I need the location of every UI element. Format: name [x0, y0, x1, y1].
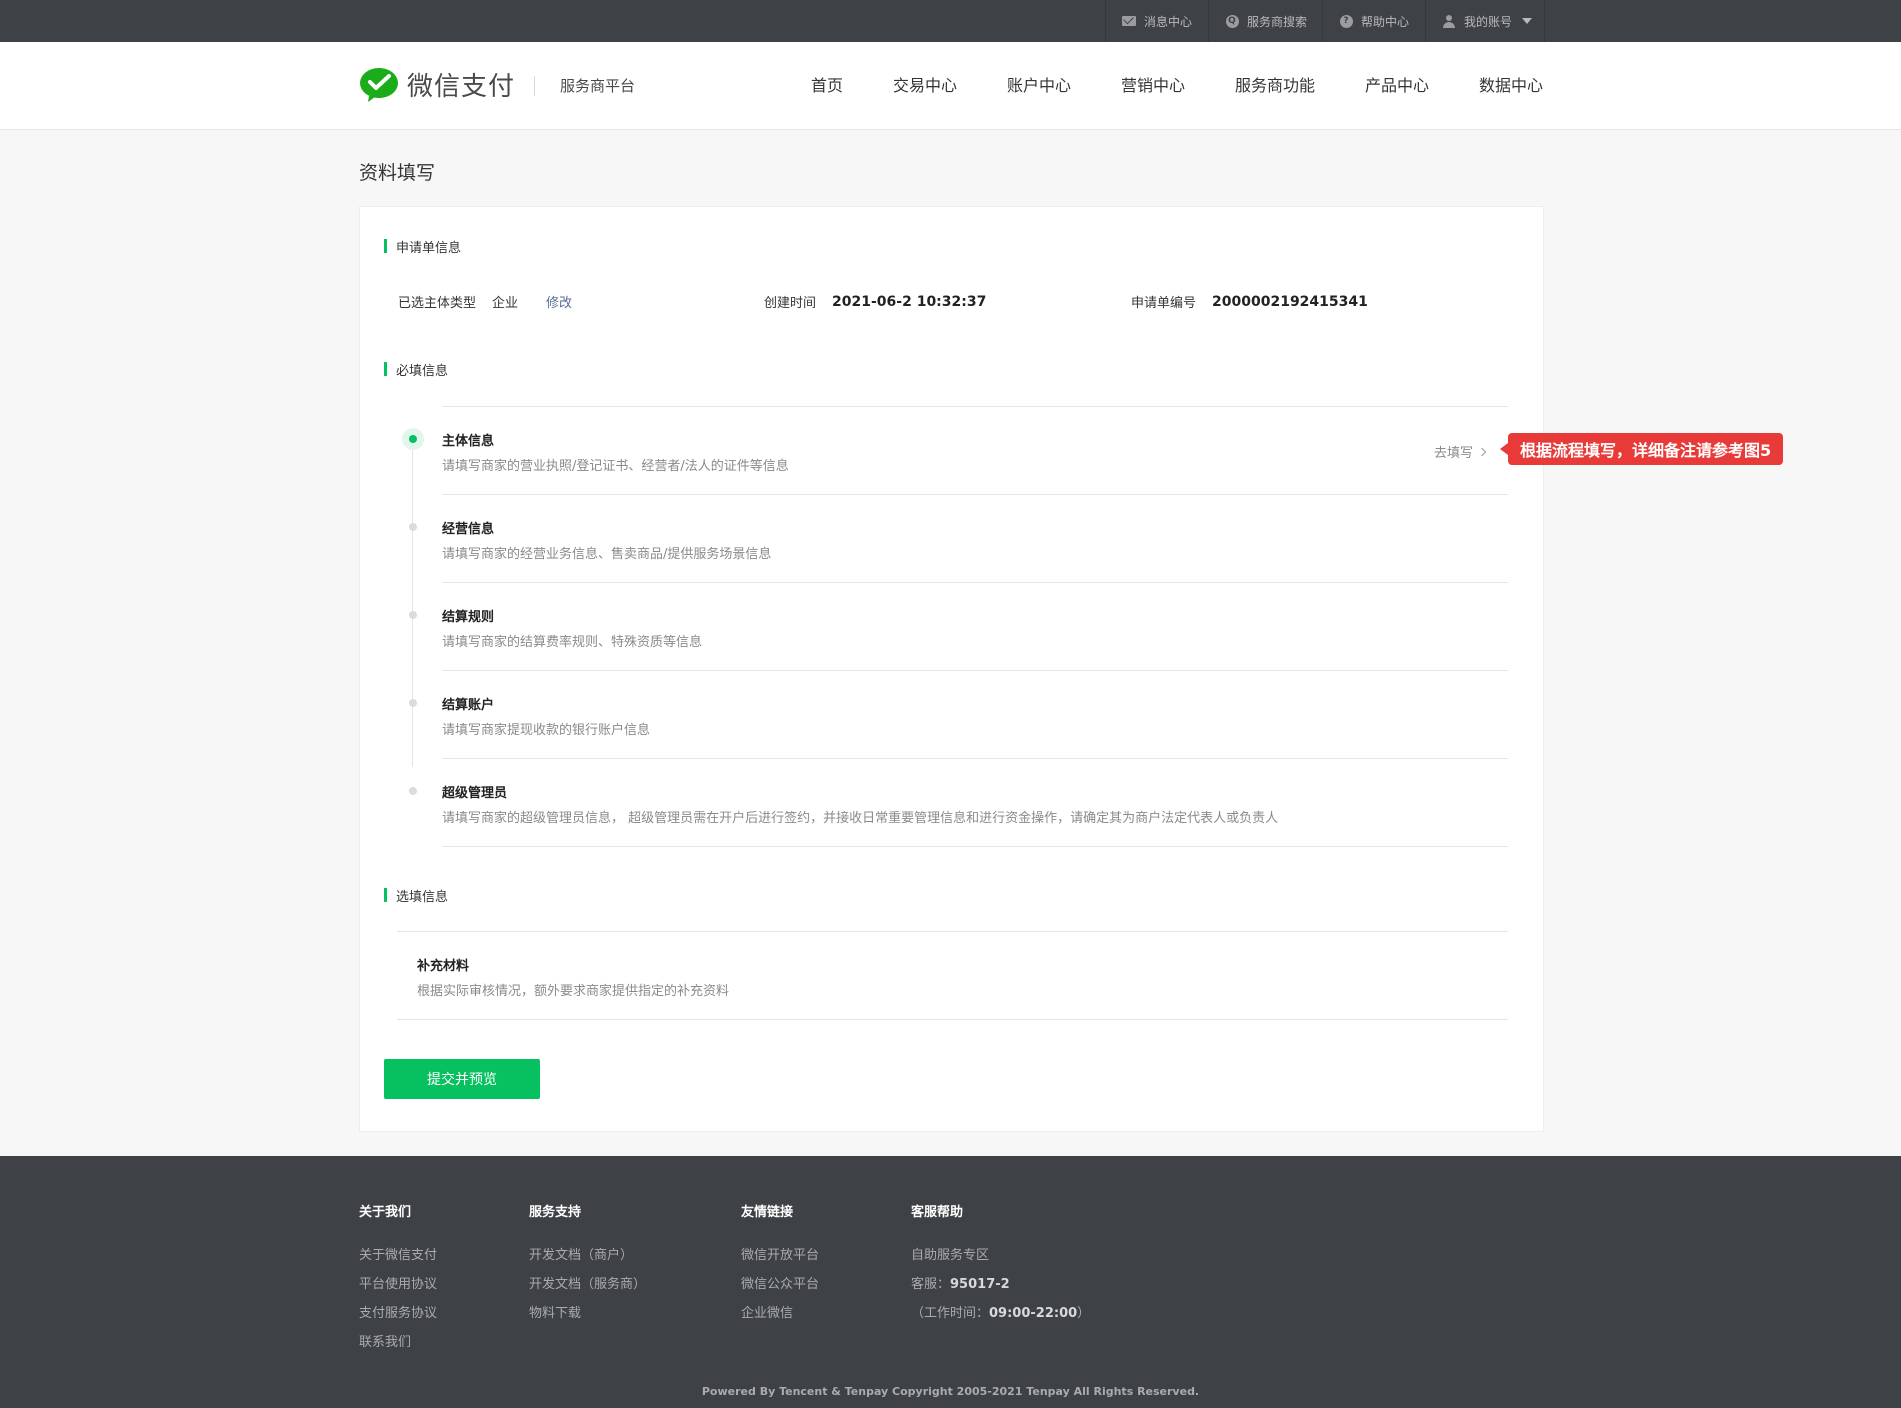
- required-info-title: 必填信息: [384, 360, 448, 379]
- footer-support-title: 服务支持: [529, 1205, 582, 1220]
- logo-divider: [534, 76, 535, 96]
- step-active-dot: [402, 428, 424, 450]
- go-fill-link[interactable]: 去填写: [1434, 442, 1487, 461]
- step-desc-settlement-account: 请填写商家提现收款的银行账户信息: [442, 723, 651, 738]
- message-center-label: 消息中心: [1144, 14, 1193, 29]
- nav-home[interactable]: 首页: [811, 72, 843, 96]
- footer-link-material-download[interactable]: 物料下载: [529, 1302, 581, 1321]
- footer-hotline-value: 95017-2: [950, 1277, 1010, 1292]
- step-desc-subject: 请填写商家的营业执照/登记证书、经营者/法人的证件等信息: [442, 459, 789, 474]
- step-title-business: 经营信息: [442, 522, 495, 537]
- subject-type-value: 企业: [492, 296, 519, 311]
- mail-icon: [1122, 14, 1136, 28]
- submit-preview-button[interactable]: 提交并预览: [384, 1059, 540, 1099]
- nav-products[interactable]: 产品中心: [1365, 72, 1429, 96]
- footer-link-payment-agreement[interactable]: 支付服务协议: [359, 1302, 437, 1321]
- user-icon: [1442, 14, 1456, 28]
- footer-hotline: 客服：95017-2: [911, 1273, 1010, 1292]
- divider: [442, 406, 1508, 407]
- annotation-callout: 根据流程填写，详细备注请参考图5: [1499, 433, 1784, 465]
- search-icon: Q: [1225, 14, 1239, 28]
- footer-link-dev-docs-merchant[interactable]: 开发文档（商户）: [529, 1244, 633, 1263]
- wechat-pay-logo[interactable]: 微信支付: [359, 66, 515, 103]
- step-desc-business: 请填写商家的经营业务信息、售卖商品/提供服务场景信息: [442, 547, 772, 562]
- application-number-label: 申请单编号: [1131, 296, 1197, 311]
- footer-link-contact[interactable]: 联系我们: [359, 1331, 411, 1350]
- footer-hours-close: ）: [1077, 1306, 1091, 1321]
- step-dot: [409, 699, 417, 707]
- footer-customer-help-title: 客服帮助: [911, 1205, 964, 1220]
- created-time-label: 创建时间: [764, 296, 817, 311]
- created-time-row: 创建时间 2021-06-2 10:32:37: [764, 292, 987, 312]
- nav-marketing[interactable]: 营销中心: [1121, 72, 1185, 96]
- chevron-right-icon: [1477, 447, 1487, 456]
- footer-link-self-service[interactable]: 自助服务专区: [911, 1244, 989, 1263]
- created-time-value: 2021-06-2 10:32:37: [832, 293, 987, 310]
- application-number-row: 申请单编号 2000002192415341: [1131, 292, 1368, 312]
- divider: [442, 846, 1508, 847]
- divider: [442, 758, 1508, 759]
- nav-transactions[interactable]: 交易中心: [893, 72, 957, 96]
- wechat-pay-logo-icon: [359, 67, 399, 103]
- optional-info-title: 选填信息: [384, 886, 448, 905]
- provider-search-link[interactable]: Q 服务商搜索: [1208, 0, 1322, 42]
- step-dot: [409, 611, 417, 619]
- divider: [442, 670, 1508, 671]
- footer-link-open-platform[interactable]: 微信开放平台: [741, 1244, 819, 1263]
- help-icon: ?: [1339, 14, 1353, 28]
- logo-text: 微信支付: [407, 72, 516, 102]
- footer-hours-label: （工作时间：: [911, 1306, 990, 1321]
- supplement-desc: 根据实际审核情况，额外要求商家提供指定的补充资料: [417, 984, 730, 999]
- steps-timeline: [412, 437, 413, 767]
- nav-data[interactable]: 数据中心: [1479, 72, 1543, 96]
- page-title: 资料填写: [359, 162, 436, 184]
- copyright: Powered By Tencent & Tenpay Copyright 20…: [701, 1385, 1200, 1398]
- footer-link-work-wechat[interactable]: 企业微信: [741, 1302, 793, 1321]
- footer-link-official-accounts[interactable]: 微信公众平台: [741, 1273, 819, 1292]
- my-account-label: 我的账号: [1464, 14, 1513, 29]
- application-info-title: 申请单信息: [384, 237, 461, 256]
- footer-link-platform-agreement[interactable]: 平台使用协议: [359, 1273, 437, 1292]
- help-center-label: 帮助中心: [1361, 14, 1410, 29]
- step-title-super-admin: 超级管理员: [442, 786, 508, 801]
- footer-friend-links-title: 友情链接: [741, 1205, 794, 1220]
- my-account-dropdown[interactable]: 我的账号: [1425, 0, 1545, 42]
- provider-search-label: 服务商搜索: [1247, 14, 1308, 29]
- step-desc-settlement-rules: 请填写商家的结算费率规则、特殊资质等信息: [442, 635, 703, 650]
- footer-about-title: 关于我们: [359, 1205, 412, 1220]
- top-bar: 消息中心 Q 服务商搜索 ? 帮助中心 我的账号: [0, 0, 1901, 42]
- step-desc-super-admin: 请填写商家的超级管理员信息， 超级管理员需在开户后进行签约，并接收日常重要管理信…: [442, 811, 1279, 826]
- help-center-link[interactable]: ? 帮助中心: [1322, 0, 1425, 42]
- supplement-title: 补充材料: [417, 959, 470, 974]
- caret-down-icon: [1522, 18, 1533, 24]
- footer-link-dev-docs-provider[interactable]: 开发文档（服务商）: [529, 1273, 646, 1292]
- message-center-link[interactable]: 消息中心: [1105, 0, 1208, 42]
- go-fill-label: 去填写: [1434, 446, 1474, 461]
- divider: [442, 582, 1508, 583]
- footer-hotline-label: 客服：: [911, 1277, 951, 1292]
- step-dot: [409, 523, 417, 531]
- divider: [397, 1019, 1508, 1020]
- footer-hours: （工作时间：09:00-22:00）: [911, 1302, 1090, 1321]
- step-dot: [409, 787, 417, 795]
- footer-hours-value: 09:00-22:00: [989, 1306, 1078, 1321]
- step-title-settlement-rules: 结算规则: [442, 610, 495, 625]
- step-title-subject: 主体信息: [442, 434, 495, 449]
- subject-type-row: 已选主体类型 企业 修改: [398, 292, 572, 311]
- header: 微信支付 服务商平台 首页 交易中心 账户中心 营销中心 服务商功能 产品中心 …: [0, 42, 1901, 130]
- application-number-value: 2000002192415341: [1212, 293, 1368, 310]
- platform-name: 服务商平台: [560, 77, 636, 95]
- footer: 关于我们 关于微信支付 平台使用协议 支付服务协议 联系我们 服务支持 开发文档…: [0, 1156, 1901, 1408]
- form-card: 申请单信息 已选主体类型 企业 修改 创建时间 2021-06-2 10:32:…: [359, 206, 1544, 1132]
- nav-provider-features[interactable]: 服务商功能: [1235, 72, 1315, 96]
- step-title-settlement-account: 结算账户: [442, 698, 495, 713]
- divider: [397, 931, 1508, 932]
- footer-link-about-wechatpay[interactable]: 关于微信支付: [359, 1244, 437, 1263]
- nav-account[interactable]: 账户中心: [1007, 72, 1071, 96]
- divider: [442, 494, 1508, 495]
- modify-link[interactable]: 修改: [546, 292, 572, 311]
- subject-type-label: 已选主体类型: [398, 296, 477, 311]
